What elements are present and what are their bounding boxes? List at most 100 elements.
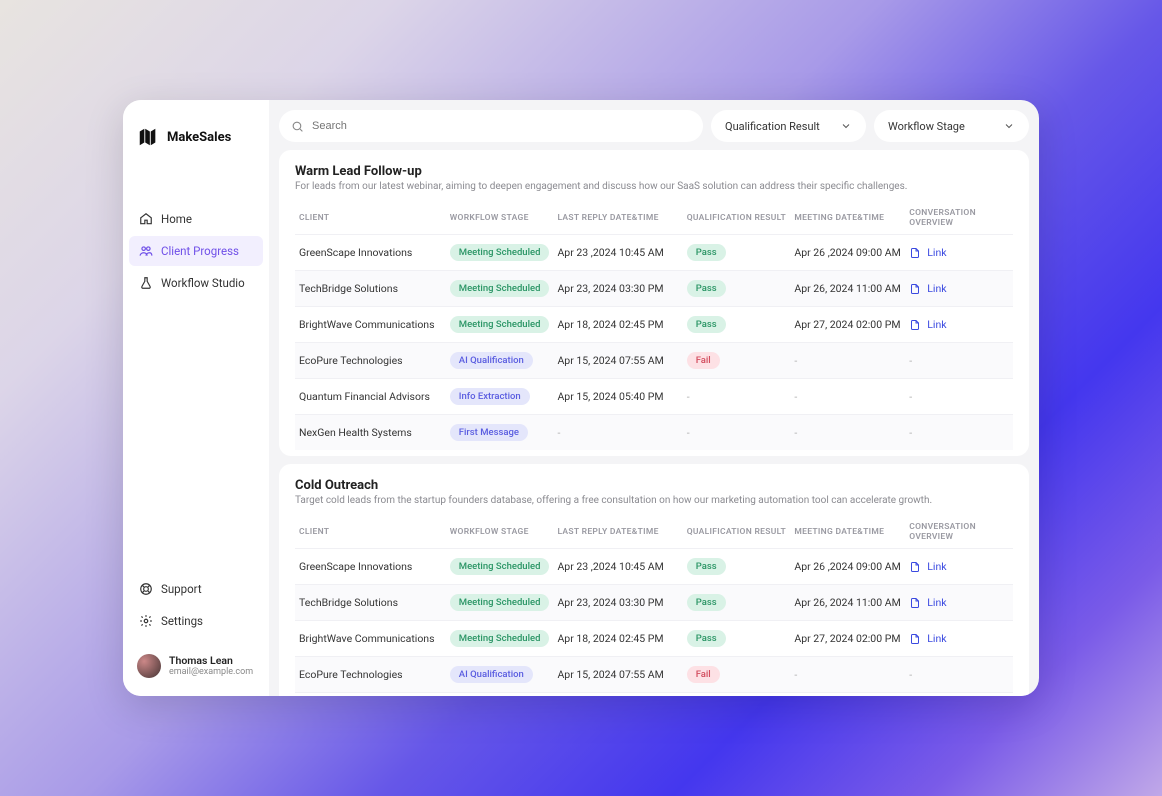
cell-last-reply: Apr 23, 2024 03:30 PM: [553, 585, 682, 621]
stage-badge: AI Qualification: [450, 352, 533, 369]
link-text: Link: [927, 632, 946, 645]
result-badge: Fail: [687, 352, 720, 369]
cell-stage: AI Qualification: [446, 343, 554, 379]
cell-stage: Meeting Scheduled: [446, 307, 554, 343]
result-badge: Pass: [687, 558, 726, 575]
cell-overview: Link: [905, 235, 1013, 271]
result-badge: Pass: [687, 316, 726, 333]
user-email: email@example.com: [169, 667, 253, 677]
cell-last-reply: Apr 18, 2024 02:45 PM: [553, 621, 682, 657]
user-profile[interactable]: Thomas Lean email@example.com: [123, 654, 269, 678]
conversation-link[interactable]: Link: [909, 632, 1009, 645]
table-row[interactable]: BrightWave CommunicationsMeeting Schedul…: [295, 307, 1013, 343]
table-row[interactable]: Quantum Financial AdvisorsInfo Extractio…: [295, 379, 1013, 415]
gear-icon: [139, 614, 153, 628]
nav-support-label: Support: [161, 582, 202, 596]
cell-overview: Link: [905, 585, 1013, 621]
filter-qualification[interactable]: Qualification Result: [711, 110, 866, 142]
sidebar: MakeSales Home Client Progress Workflow …: [123, 100, 269, 696]
nav-settings[interactable]: Settings: [129, 606, 263, 636]
link-text: Link: [927, 246, 946, 259]
column-header: QUALIFICATION RESULT: [683, 516, 791, 549]
file-icon: [909, 597, 921, 609]
cell-result: Pass: [683, 585, 791, 621]
cell-result: Pass: [683, 621, 791, 657]
search-box[interactable]: [279, 110, 703, 142]
table-row[interactable]: TechBridge SolutionsMeeting ScheduledApr…: [295, 271, 1013, 307]
cell-overview: Link: [905, 271, 1013, 307]
section-description: For leads from our latest webinar, aimin…: [295, 181, 1013, 192]
cell-last-reply: Apr 15, 2024 05:40 PM: [553, 379, 682, 415]
cell-client: TechBridge Solutions: [295, 271, 446, 307]
filter-workflow[interactable]: Workflow Stage: [874, 110, 1029, 142]
table-row[interactable]: EcoPure TechnologiesAI QualificationApr …: [295, 657, 1013, 693]
conversation-link[interactable]: Link: [909, 560, 1009, 573]
nav-client-progress[interactable]: Client Progress: [129, 236, 263, 266]
stage-badge: Meeting Scheduled: [450, 244, 550, 261]
conversation-link[interactable]: Link: [909, 246, 1009, 259]
column-header: CONVERSATION OVERVIEW: [905, 516, 1013, 549]
cell-stage: Meeting Scheduled: [446, 271, 554, 307]
cell-client: GreenScape Innovations: [295, 235, 446, 271]
cell-result: Fail: [683, 343, 791, 379]
cell-stage: AI Qualification: [446, 657, 554, 693]
table-row[interactable]: TechBridge SolutionsMeeting ScheduledApr…: [295, 585, 1013, 621]
conversation-link[interactable]: Link: [909, 318, 1009, 331]
search-input[interactable]: [312, 120, 691, 132]
nav-home[interactable]: Home: [129, 204, 263, 234]
cell-result: -: [683, 379, 791, 415]
link-text: Link: [927, 560, 946, 573]
cell-result: -: [683, 693, 791, 697]
life-ring-icon: [139, 582, 153, 596]
link-text: Link: [927, 282, 946, 295]
column-header: LAST REPLY DATE&TIME: [553, 516, 682, 549]
table-row[interactable]: BrightWave CommunicationsMeeting Schedul…: [295, 621, 1013, 657]
cell-stage: Info Extraction: [446, 693, 554, 697]
cell-last-reply: Apr 23, 2024 03:30 PM: [553, 271, 682, 307]
stage-badge: Meeting Scheduled: [450, 558, 550, 575]
table-row[interactable]: Quantum Financial AdvisorsInfo Extractio…: [295, 693, 1013, 697]
cell-overview: Link: [905, 549, 1013, 585]
cell-client: NexGen Health Systems: [295, 415, 446, 451]
table-row[interactable]: GreenScape InnovationsMeeting Scheduled A…: [295, 235, 1013, 271]
cell-overview: Link: [905, 621, 1013, 657]
cell-client: EcoPure Technologies: [295, 657, 446, 693]
cell-overview: -: [905, 343, 1013, 379]
link-text: Link: [927, 596, 946, 609]
user-name: Thomas Lean: [169, 655, 253, 667]
cell-result: Pass: [683, 549, 791, 585]
file-icon: [909, 633, 921, 645]
cell-meeting: -: [790, 693, 905, 697]
column-header: CLIENT: [295, 516, 446, 549]
file-icon: [909, 561, 921, 573]
cell-meeting: -: [790, 657, 905, 693]
cell-meeting: Apr 26 ,2024 09:00 AM: [790, 235, 905, 271]
flask-icon: [139, 276, 153, 290]
stage-badge: Info Extraction: [450, 388, 530, 405]
leads-table: CLIENTWORKFLOW STAGELAST REPLY DATE&TIME…: [295, 202, 1013, 450]
cell-client: BrightWave Communications: [295, 307, 446, 343]
conversation-link[interactable]: Link: [909, 282, 1009, 295]
main-content: Qualification Result Workflow Stage Warm…: [269, 100, 1039, 696]
cell-client: Quantum Financial Advisors: [295, 379, 446, 415]
nav-support[interactable]: Support: [129, 574, 263, 604]
cell-client: BrightWave Communications: [295, 621, 446, 657]
cell-client: EcoPure Technologies: [295, 343, 446, 379]
nav-settings-label: Settings: [161, 614, 203, 628]
table-row[interactable]: EcoPure TechnologiesAI QualificationApr …: [295, 343, 1013, 379]
stage-badge: Meeting Scheduled: [450, 316, 550, 333]
cell-meeting: -: [790, 379, 905, 415]
avatar: [137, 654, 161, 678]
nav-workflow-studio[interactable]: Workflow Studio: [129, 268, 263, 298]
table-row[interactable]: GreenScape InnovationsMeeting ScheduledA…: [295, 549, 1013, 585]
topbar: Qualification Result Workflow Stage: [279, 110, 1029, 142]
stage-badge: Meeting Scheduled: [450, 280, 550, 297]
cell-meeting: Apr 27, 2024 02:00 PM: [790, 307, 905, 343]
column-header: QUALIFICATION RESULT: [683, 202, 791, 235]
result-badge: Fail: [687, 666, 720, 683]
cell-stage: Meeting Scheduled: [446, 621, 554, 657]
result-badge: Pass: [687, 280, 726, 297]
conversation-link[interactable]: Link: [909, 596, 1009, 609]
leads-table: CLIENTWORKFLOW STAGELAST REPLY DATE&TIME…: [295, 516, 1013, 696]
table-row[interactable]: NexGen Health SystemsFirst Message----: [295, 415, 1013, 451]
